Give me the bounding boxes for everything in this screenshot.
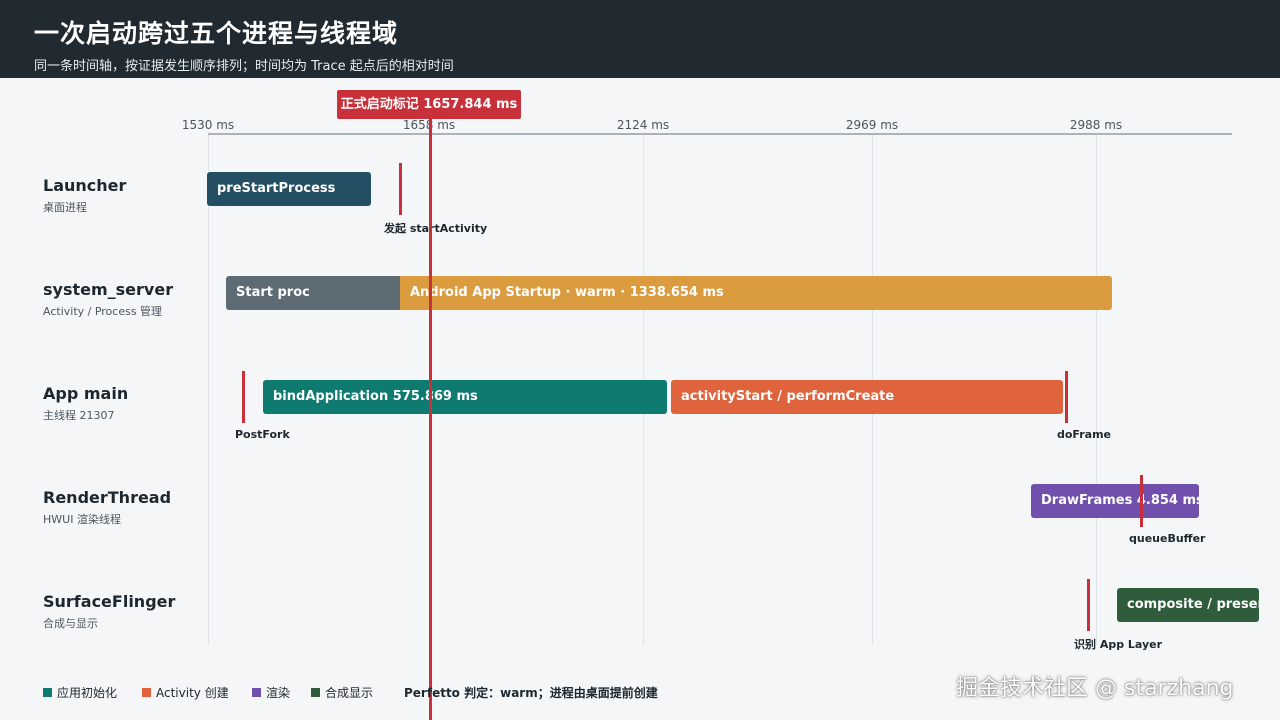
marker-label-startactivity: 发起 startActivity [384, 222, 488, 235]
event-marker-startactivity [399, 163, 402, 215]
watermark: 掘金技术社区 @ starzhang [956, 676, 1234, 701]
event-marker-queuebuffer [1140, 475, 1143, 527]
lane-title-system-server: system_server [43, 280, 174, 299]
legend-swatch [142, 688, 151, 697]
bar-start-proc: Start proc [226, 276, 401, 310]
axis-tick-label: 2969 ms [845, 118, 899, 132]
marker-label-postfork: PostFork [235, 428, 290, 441]
legend-label: 合成显示 [325, 686, 374, 700]
page-subtitle: 同一条时间轴，按证据发生顺序排列；时间均为 Trace 起点后的相对时间 [34, 59, 454, 74]
axis-tick-label: 2988 ms [1069, 118, 1123, 132]
lane-title-launcher: Launcher [43, 176, 127, 195]
event-marker-doframe [1065, 371, 1068, 423]
legend-item-composite: 合成显示 [311, 684, 373, 702]
time-axis [208, 133, 1232, 135]
axis-tick-label: 2124 ms [616, 118, 670, 132]
legend-item-render: 渲染 [252, 684, 290, 702]
marker-label-app-layer: 识别 App Layer [1074, 638, 1163, 651]
marker-label-queuebuffer: queueBuffer [1129, 532, 1206, 545]
startup-marker-line [429, 118, 432, 720]
event-marker-postfork [242, 371, 245, 423]
marker-label-doframe: doFrame [1057, 428, 1112, 441]
legend-note: Perfetto 判定：warm；进程由桌面提前创建 [404, 686, 658, 700]
page-title: 一次启动跨过五个进程与线程域 [34, 19, 399, 48]
legend-item-app-init: 应用初始化 [43, 684, 117, 702]
lane-title-surfaceflinger: SurfaceFlinger [43, 592, 176, 611]
legend-item-activity-create: Activity 创建 [142, 684, 229, 702]
bar-android-app-startup: Android App Startup · warm · 1338.654 ms [400, 276, 1112, 310]
legend-swatch [252, 688, 261, 697]
header-banner: 一次启动跨过五个进程与线程域 同一条时间轴，按证据发生顺序排列；时间均为 Tra… [0, 0, 1280, 78]
bar-bindapplication: bindApplication 575.869 ms [263, 380, 667, 414]
gridline [208, 135, 209, 645]
lane-subtitle-system-server: Activity / Process 管理 [43, 305, 163, 318]
lane-subtitle-launcher: 桌面进程 [43, 201, 87, 214]
lane-title-renderthread: RenderThread [43, 488, 172, 507]
startup-marker-label: 正式启动标记 1657.844 ms [337, 90, 521, 119]
bar-activitystart: activityStart / performCreate [671, 380, 1063, 414]
legend-label: Activity 创建 [156, 686, 229, 700]
event-marker-app-layer [1087, 579, 1090, 631]
axis-tick-label: 1530 ms [181, 118, 235, 132]
legend-label: 应用初始化 [57, 686, 118, 700]
lane-subtitle-app-main: 主线程 21307 [43, 409, 115, 422]
legend-swatch [43, 688, 52, 697]
bar-composite-present: composite / present [1117, 588, 1259, 622]
legend-label: 渲染 [266, 686, 291, 700]
lane-title-app-main: App main [43, 384, 129, 403]
lane-subtitle-surfaceflinger: 合成与显示 [43, 617, 98, 630]
legend-swatch [311, 688, 320, 697]
bar-drawframes: DrawFrames 4.854 ms [1031, 484, 1199, 518]
lane-subtitle-renderthread: HWUI 渲染线程 [43, 513, 121, 526]
bar-prestartprocess: preStartProcess [207, 172, 371, 206]
gridline [1096, 135, 1097, 645]
